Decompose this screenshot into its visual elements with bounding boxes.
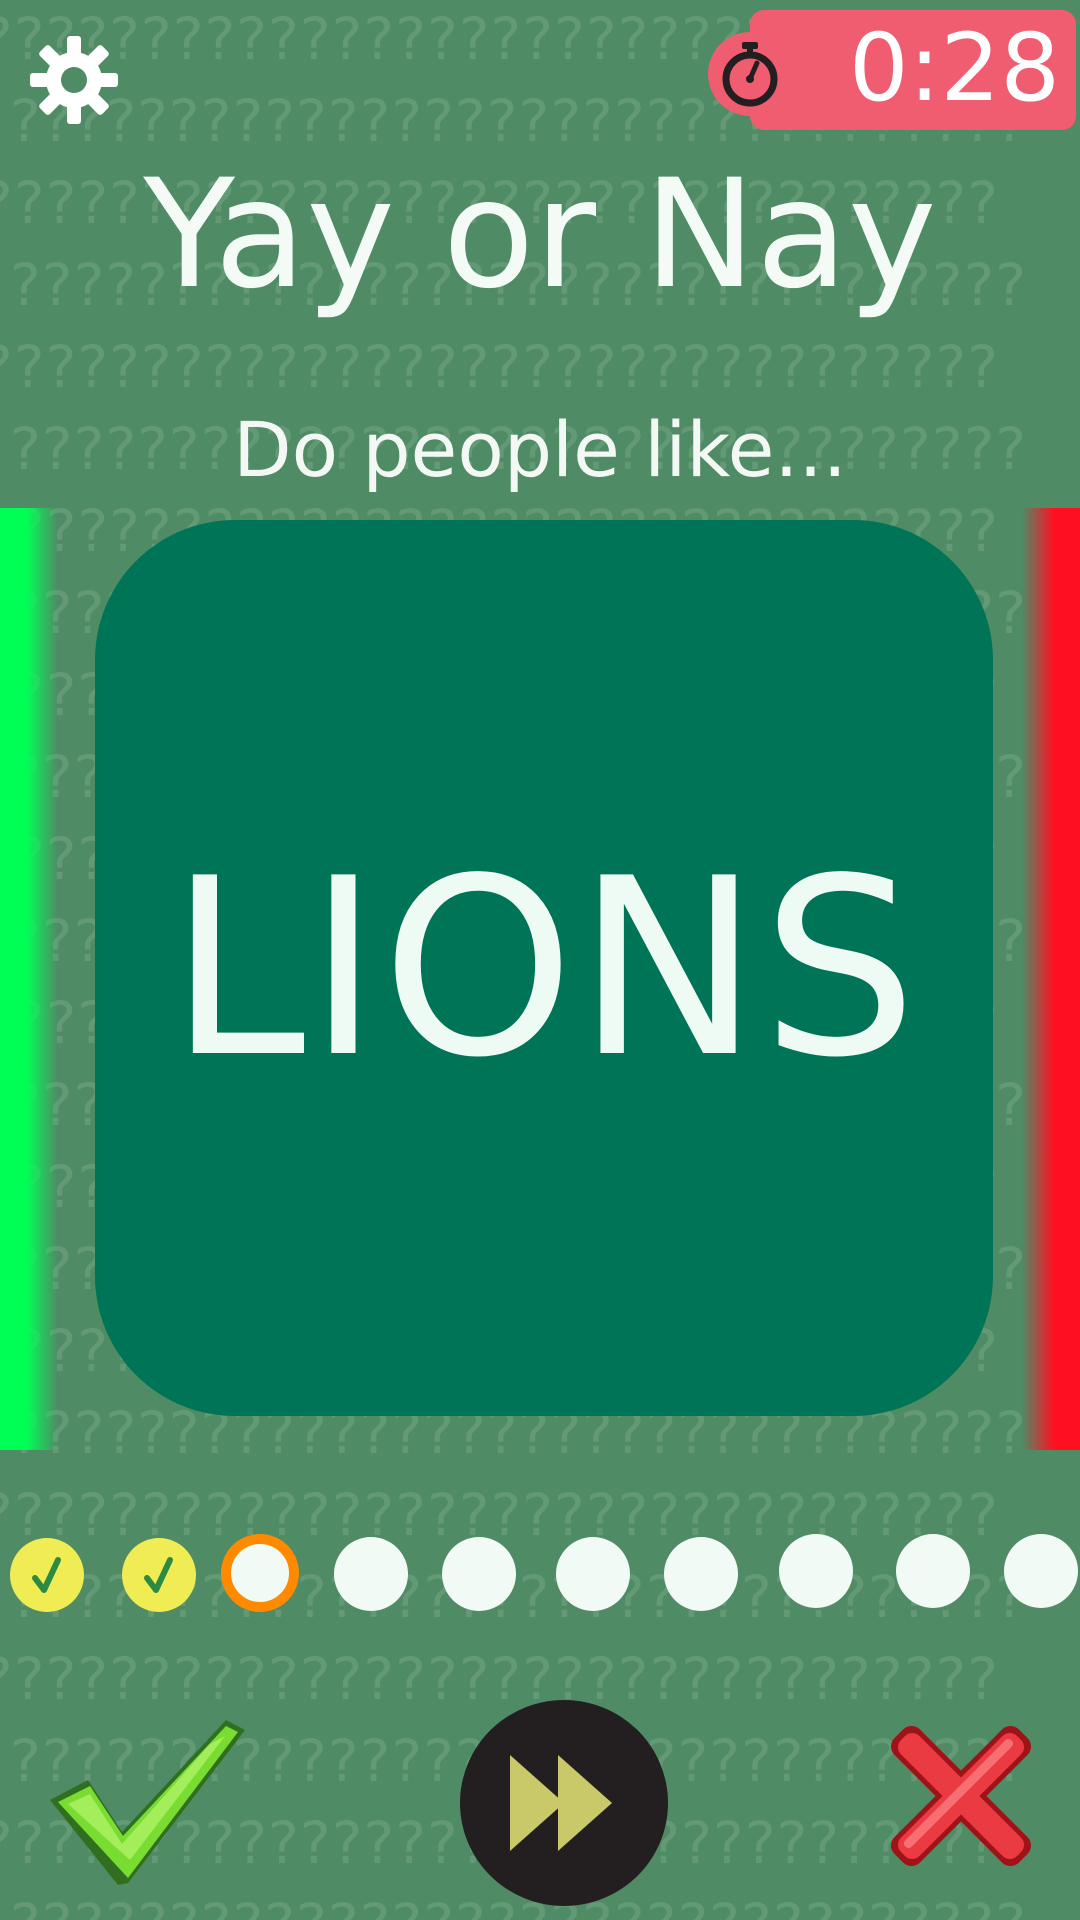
nay-swipe-bar — [1022, 508, 1080, 1450]
progress-dot-3 — [221, 1534, 299, 1612]
progress-dot-10 — [1004, 1534, 1078, 1608]
cross-icon — [891, 1726, 1031, 1866]
progress-dot-2 — [122, 1538, 196, 1612]
skip-button[interactable] — [460, 1700, 668, 1906]
answer-controls — [0, 1690, 1080, 1920]
question-prompt: Do people like... — [233, 405, 847, 494]
checkmark-icon — [144, 1557, 173, 1593]
gear-icon — [30, 36, 118, 124]
settings-button[interactable] — [24, 30, 124, 130]
progress-dot-1 — [10, 1538, 84, 1612]
progress-dot-9 — [896, 1534, 970, 1608]
progress-dot-7 — [664, 1537, 738, 1611]
checkmark-icon — [50, 1720, 245, 1885]
yay-button[interactable] — [40, 1710, 250, 1890]
pattern-row: ???????????????????????????????? — [0, 333, 1000, 401]
stopwatch-icon — [708, 32, 792, 116]
question-card[interactable]: LIONS — [95, 520, 993, 1416]
card-word: LIONS — [168, 825, 920, 1111]
timer-value: 0:28 — [848, 14, 1060, 123]
yay-swipe-bar — [0, 508, 58, 1450]
fast-forward-icon — [510, 1755, 612, 1851]
progress-dot-5 — [442, 1537, 516, 1611]
progress-dot-6 — [556, 1537, 630, 1611]
nay-button[interactable] — [876, 1706, 1046, 1886]
progress-dot-4 — [334, 1537, 408, 1611]
page-title: Yay or Nay — [143, 148, 937, 322]
timer-panel: 0:28 — [708, 10, 1076, 130]
checkmark-icon — [32, 1557, 61, 1593]
progress-dot-8 — [779, 1534, 853, 1608]
progress-track — [0, 1530, 1080, 1620]
